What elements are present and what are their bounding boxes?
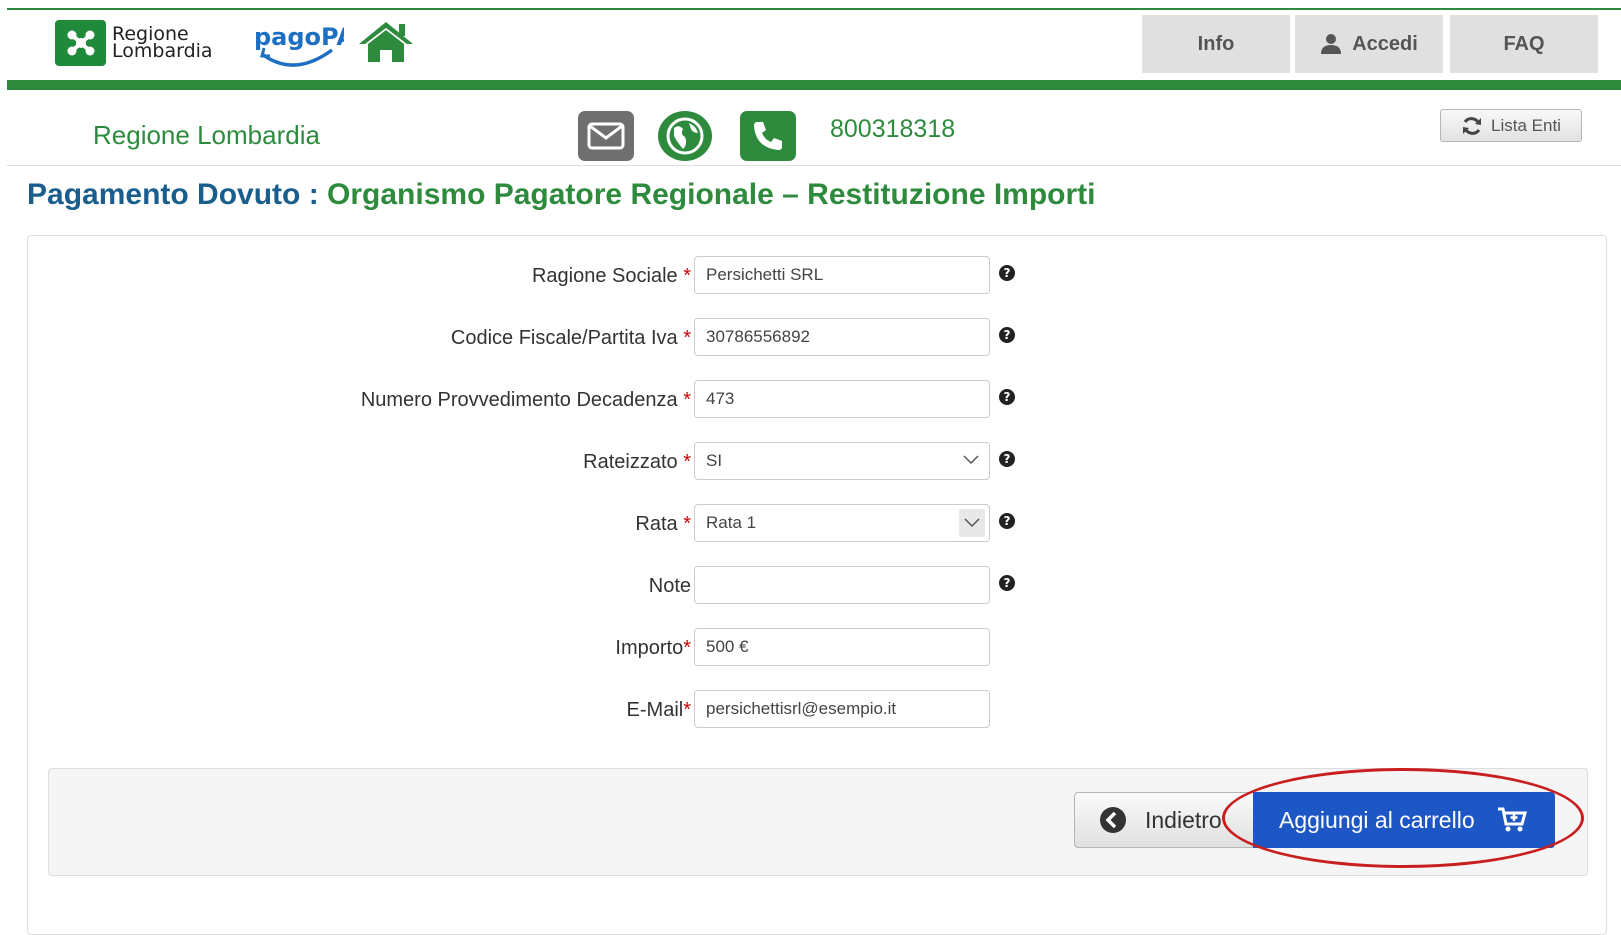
page-title: Pagamento Dovuto : Organismo Pagatore Re… xyxy=(27,178,1096,212)
help-icon[interactable]: ? xyxy=(998,574,1016,592)
note-input[interactable] xyxy=(694,566,990,604)
field-label: Numero Provvedimento Decadenza * xyxy=(360,389,691,411)
cart-icon xyxy=(1497,807,1527,832)
add-to-cart-label: Aggiungi al carrello xyxy=(1279,806,1475,833)
ragione-sociale-input[interactable]: Persichetti SRL xyxy=(694,256,990,294)
rateizzato-selected-value: SI xyxy=(706,451,723,470)
back-button-label: Indietro xyxy=(1145,806,1222,833)
page-title-main: Organismo Pagatore Regionale – Restituzi… xyxy=(327,178,1096,211)
lista-enti-button[interactable]: Lista Enti xyxy=(1440,109,1582,142)
form-row-numero-provvedimento: Numero Provvedimento Decadenza * 473 ? xyxy=(28,380,1128,420)
svg-text:?: ? xyxy=(1004,390,1011,404)
help-icon[interactable]: ? xyxy=(998,512,1016,530)
rata-dropdown-toggle[interactable] xyxy=(959,509,985,537)
importo-input[interactable]: 500 € xyxy=(694,628,990,666)
help-icon[interactable]: ? xyxy=(998,450,1016,468)
lista-enti-label: Lista Enti xyxy=(1491,115,1561,135)
top-accent-line xyxy=(7,8,1621,10)
svg-text:?: ? xyxy=(1004,576,1011,590)
help-icon[interactable]: ? xyxy=(998,264,1016,282)
rata-selected-value: Rata 1 xyxy=(706,513,757,532)
svg-text:?: ? xyxy=(1004,452,1011,466)
brand-line-2: Lombardia xyxy=(112,40,213,62)
nav-faq[interactable]: FAQ xyxy=(1450,15,1598,73)
svg-text:?: ? xyxy=(1004,514,1011,528)
chevron-left-icon xyxy=(1100,807,1126,833)
refresh-icon xyxy=(1463,116,1482,135)
nav-faq-label: FAQ xyxy=(1503,32,1545,55)
form-row-note: Note ? xyxy=(28,566,1128,606)
phone-number[interactable]: 800318318 xyxy=(830,115,955,144)
pagopa-logo[interactable]: pagoPA xyxy=(254,20,355,77)
home-icon[interactable] xyxy=(357,20,415,69)
form-row-codice-fiscale: Codice Fiscale/Partita Iva * 30786556892… xyxy=(28,318,1128,358)
codice-fiscale-input[interactable]: 30786556892 xyxy=(694,318,990,356)
pagopa-logo-text: pagoPA xyxy=(254,23,344,51)
email-input[interactable]: persichettisrl@esempio.it xyxy=(694,690,990,728)
nav-info-label: Info xyxy=(1197,32,1235,55)
field-label: Importo* xyxy=(615,637,691,659)
field-label: Rata * xyxy=(635,513,691,535)
subheader-divider xyxy=(7,165,1621,166)
form-row-ragione-sociale: Ragione Sociale * Persichetti SRL ? xyxy=(28,256,1128,296)
form-row-importo: Importo* 500 € xyxy=(28,628,1128,668)
nav-accedi-label: Accedi xyxy=(1352,32,1418,55)
phone-icon[interactable] xyxy=(740,111,796,161)
help-icon[interactable]: ? xyxy=(998,326,1016,344)
help-icon[interactable]: ? xyxy=(998,388,1016,406)
back-button[interactable]: Indietro xyxy=(1074,792,1254,848)
header-green-bar xyxy=(7,80,1621,90)
nav-info[interactable]: Info xyxy=(1142,15,1290,73)
add-to-cart-button[interactable]: Aggiungi al carrello xyxy=(1253,792,1555,848)
form-row-rata: Rata * Rata 1 ? xyxy=(28,504,1128,544)
rateizzato-select[interactable]: SI xyxy=(694,442,990,480)
org-name: Regione Lombardia xyxy=(93,120,320,150)
field-label: Rateizzato * xyxy=(583,451,691,473)
svg-text:?: ? xyxy=(1004,266,1011,280)
svg-text:?: ? xyxy=(1004,328,1011,342)
numero-provvedimento-input[interactable]: 473 xyxy=(694,380,990,418)
envelope-icon[interactable] xyxy=(578,111,634,161)
field-label: Ragione Sociale * xyxy=(531,265,691,287)
field-label: E-Mail* xyxy=(626,699,691,721)
regione-lombardia-logo-icon xyxy=(55,20,106,66)
chevron-down-icon xyxy=(963,455,979,465)
user-icon xyxy=(1321,34,1342,54)
chevron-down-icon xyxy=(964,518,980,528)
form-row-rateizzato: Rateizzato * SI ? xyxy=(28,442,1128,482)
regione-lombardia-logo[interactable]: Regione Lombardia xyxy=(55,20,213,66)
form-row-email: E-Mail* persichettisrl@esempio.it xyxy=(28,690,1128,730)
field-label: Codice Fiscale/Partita Iva * xyxy=(450,327,691,349)
rata-select[interactable]: Rata 1 xyxy=(694,504,990,542)
field-label: Note xyxy=(648,575,691,597)
nav-accedi[interactable]: Accedi xyxy=(1295,15,1443,73)
page-title-prefix: Pagamento Dovuto : xyxy=(27,178,319,211)
globe-icon[interactable] xyxy=(658,111,712,161)
